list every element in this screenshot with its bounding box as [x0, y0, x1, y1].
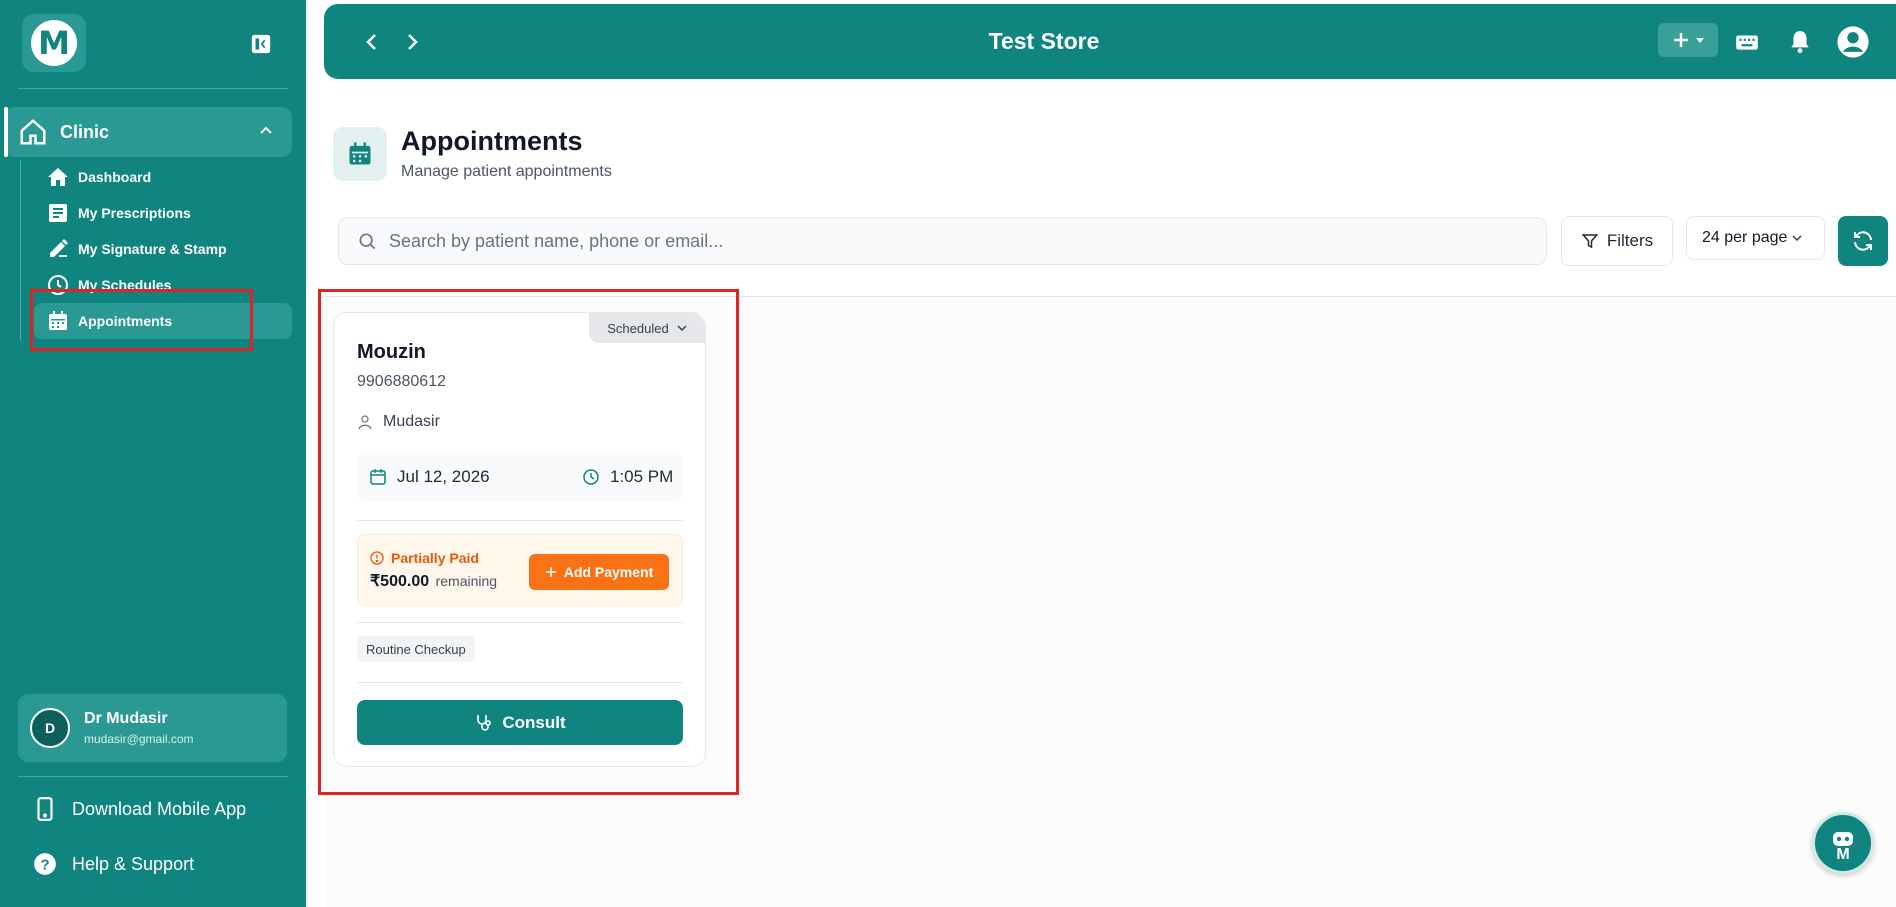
nav-tree-line — [20, 160, 21, 340]
document-icon — [49, 204, 67, 222]
sidebar-item-my-signature-stamp[interactable]: My Signature & Stamp — [34, 231, 227, 267]
help-icon: ? — [34, 853, 56, 875]
plus-icon — [1674, 33, 1688, 47]
filters-button[interactable]: Filters — [1561, 216, 1673, 266]
user-avatar-icon[interactable] — [1836, 25, 1870, 59]
sidebar-item-label: My Prescriptions — [78, 205, 191, 221]
bell-icon[interactable] — [1787, 29, 1813, 55]
sidebar-item-dashboard[interactable]: Dashboard — [34, 159, 151, 195]
sidebar-item-my-prescriptions[interactable]: My Prescriptions — [34, 195, 191, 231]
home-icon — [20, 119, 46, 145]
sidebar-item-label: My Signature & Stamp — [78, 241, 227, 257]
user-info: Dr Mudasir mudasir@gmail.com — [84, 710, 194, 746]
calendar-icon — [349, 142, 371, 165]
search-bar[interactable] — [338, 217, 1547, 265]
caret-down-icon — [1696, 38, 1704, 43]
per-page-select[interactable]: 24 per page — [1686, 216, 1825, 260]
per-page-value: 24 per page — [1702, 229, 1788, 246]
collapse-sidebar-icon[interactable] — [250, 33, 272, 55]
keyboard-icon[interactable] — [1734, 29, 1760, 55]
download-app-label: Download Mobile App — [72, 798, 247, 819]
sidebar: M Clinic Dashboard My Prescriptions My S… — [0, 0, 306, 907]
highlight-box-appointments-nav — [30, 289, 253, 351]
pen-icon — [50, 239, 68, 257]
user-card[interactable]: D Dr Mudasir mudasir@gmail.com — [18, 694, 287, 762]
download-app-link[interactable]: Download Mobile App — [32, 796, 246, 822]
help-support-link[interactable]: ? Help & Support — [32, 851, 194, 877]
svg-text:M: M — [1836, 846, 1849, 862]
filter-icon — [1581, 234, 1599, 249]
quick-add-button[interactable] — [1658, 23, 1718, 57]
assistant-bot-button[interactable]: M — [1812, 812, 1874, 874]
sidebar-section-clinic[interactable]: Clinic — [4, 107, 292, 157]
page-title: Appointments — [401, 126, 583, 156]
page-header-icon — [333, 127, 387, 181]
robot-icon: M — [1833, 832, 1853, 862]
search-icon — [359, 233, 376, 250]
svg-text:?: ? — [40, 856, 49, 873]
sidebar-divider — [18, 776, 288, 777]
chevron-up-icon[interactable] — [258, 123, 274, 139]
sidebar-divider — [18, 88, 288, 89]
mobile-phone-icon — [37, 797, 53, 821]
home-icon — [48, 168, 68, 186]
active-accent — [4, 107, 8, 157]
avatar: D — [30, 708, 70, 748]
sidebar-item-label: Dashboard — [78, 169, 152, 185]
refresh-button[interactable] — [1838, 216, 1888, 266]
sidebar-section-label: Clinic — [60, 121, 110, 142]
user-email: mudasir@gmail.com — [84, 732, 194, 746]
logo-letter: M — [31, 20, 77, 66]
page-subtitle: Manage patient appointments — [401, 163, 612, 180]
app-logo[interactable]: M — [22, 14, 86, 72]
search-input[interactable] — [389, 230, 1489, 252]
filters-label: Filters — [1606, 231, 1654, 250]
chevron-down-icon — [1792, 235, 1802, 242]
highlight-box-appointment-card — [318, 289, 739, 795]
help-support-label: Help & Support — [72, 853, 195, 874]
store-title: Test Store — [988, 28, 1100, 54]
user-name: Dr Mudasir — [84, 710, 168, 727]
refresh-icon — [1854, 231, 1872, 251]
top-bar: Test Store — [324, 4, 1896, 79]
